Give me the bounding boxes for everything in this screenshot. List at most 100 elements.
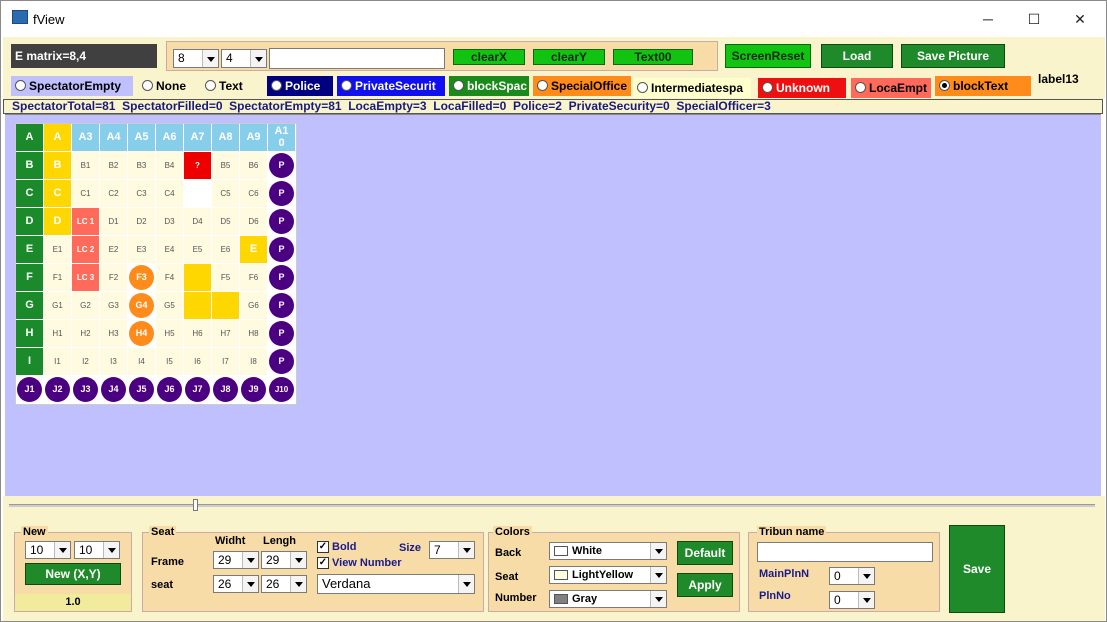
- y-select[interactable]: 4: [221, 49, 267, 68]
- default-button[interactable]: Default: [677, 541, 733, 565]
- seat-cell[interactable]: P: [268, 208, 295, 235]
- text-input[interactable]: [269, 48, 445, 69]
- clearx-button[interactable]: clearX: [453, 49, 525, 65]
- save-picture-button[interactable]: Save Picture: [901, 44, 1005, 68]
- seat-cell[interactable]: I6: [184, 348, 211, 375]
- seat-cell[interactable]: P: [268, 264, 295, 291]
- radio-blocktext[interactable]: blockText: [935, 76, 1031, 96]
- seat-cell[interactable]: D2: [128, 208, 155, 235]
- seat-cell[interactable]: D: [16, 208, 43, 235]
- seat-cell[interactable]: B: [16, 152, 43, 179]
- seat-cell[interactable]: G2: [72, 292, 99, 319]
- seat-cell[interactable]: I8: [240, 348, 267, 375]
- seat-cell[interactable]: D: [44, 208, 71, 235]
- seat-cell[interactable]: J8: [212, 376, 239, 403]
- seat-cell[interactable]: C4: [156, 180, 183, 207]
- radio-police[interactable]: Police: [267, 76, 333, 96]
- seat-cell[interactable]: J4: [100, 376, 127, 403]
- seat-cell[interactable]: E4: [156, 236, 183, 263]
- save-button[interactable]: Save: [949, 525, 1005, 613]
- seat-cell[interactable]: F5: [212, 264, 239, 291]
- seat-cell[interactable]: J1: [16, 376, 43, 403]
- seat-cell[interactable]: P: [268, 180, 295, 207]
- seat-cell[interactable]: D3: [156, 208, 183, 235]
- seat-cell[interactable]: H8: [240, 320, 267, 347]
- seat-cell[interactable]: I7: [212, 348, 239, 375]
- seat-cell[interactable]: B3: [128, 152, 155, 179]
- seat-cell[interactable]: I1: [44, 348, 71, 375]
- font-size-select[interactable]: 7: [429, 541, 475, 559]
- seat-length-select[interactable]: 26: [261, 575, 307, 593]
- seat-cell[interactable]: I4: [128, 348, 155, 375]
- x-select[interactable]: 8: [173, 49, 219, 68]
- seat-cell[interactable]: G6: [240, 292, 267, 319]
- seat-cell[interactable]: D4: [184, 208, 211, 235]
- seat-cell[interactable]: A10: [268, 124, 295, 151]
- seat-cell[interactable]: H6: [184, 320, 211, 347]
- radio-unknown[interactable]: Unknown: [758, 78, 846, 98]
- view-number-checkbox[interactable]: ✓ View Number: [317, 557, 402, 569]
- back-color-select[interactable]: White: [549, 542, 667, 560]
- text00-button[interactable]: Text00: [613, 49, 693, 65]
- radio-specialoffice[interactable]: SpecialOffice: [533, 76, 631, 96]
- seat-cell[interactable]: H3: [100, 320, 127, 347]
- screen-reset-button[interactable]: ScreenReset: [725, 44, 811, 68]
- seat-cell[interactable]: H7: [212, 320, 239, 347]
- seat-cell[interactable]: I3: [100, 348, 127, 375]
- radio-text[interactable]: Text: [201, 76, 261, 96]
- seat-cell[interactable]: F3: [128, 264, 155, 291]
- seat-cell[interactable]: P: [268, 320, 295, 347]
- seat-cell[interactable]: A8: [212, 124, 239, 151]
- seat-cell[interactable]: H1: [44, 320, 71, 347]
- seat-cell[interactable]: [212, 292, 239, 319]
- seat-cell[interactable]: A: [16, 124, 43, 151]
- seat-cell[interactable]: E5: [184, 236, 211, 263]
- seat-cell[interactable]: LC 3: [72, 264, 99, 291]
- seat-cell[interactable]: D5: [212, 208, 239, 235]
- seat-cell[interactable]: I2: [72, 348, 99, 375]
- seat-cell[interactable]: G: [16, 292, 43, 319]
- seat-cell[interactable]: C: [44, 180, 71, 207]
- seat-cell[interactable]: D6: [240, 208, 267, 235]
- seat-cell[interactable]: H: [16, 320, 43, 347]
- seat-cell[interactable]: [184, 292, 211, 319]
- bold-checkbox[interactable]: ✓ Bold: [317, 541, 356, 553]
- frame-length-select[interactable]: 29: [261, 551, 307, 569]
- seat-cell[interactable]: C3: [128, 180, 155, 207]
- slider-track[interactable]: [9, 504, 1095, 507]
- seat-cell[interactable]: J6: [156, 376, 183, 403]
- seat-cell[interactable]: C2: [100, 180, 127, 207]
- seat-cell[interactable]: A4: [100, 124, 127, 151]
- seat-cell[interactable]: J5: [128, 376, 155, 403]
- seat-cell[interactable]: F4: [156, 264, 183, 291]
- seat-cell[interactable]: P: [268, 152, 295, 179]
- seat-cell[interactable]: B5: [212, 152, 239, 179]
- seat-cell[interactable]: F1: [44, 264, 71, 291]
- seat-cell[interactable]: C6: [240, 180, 267, 207]
- seat-cell[interactable]: C1: [72, 180, 99, 207]
- seat-cell[interactable]: E: [16, 236, 43, 263]
- seat-cell[interactable]: D1: [100, 208, 127, 235]
- seat-cell[interactable]: C5: [212, 180, 239, 207]
- main-pln-select[interactable]: 0: [829, 567, 875, 585]
- tribun-name-input[interactable]: [757, 542, 933, 562]
- seat-cell[interactable]: E1: [44, 236, 71, 263]
- cleary-button[interactable]: clearY: [533, 49, 605, 65]
- seat-cell[interactable]: G5: [156, 292, 183, 319]
- seat-cell[interactable]: E2: [100, 236, 127, 263]
- radio-locaempt[interactable]: LocaEmpt: [851, 78, 931, 98]
- load-button[interactable]: Load: [821, 44, 893, 68]
- seat-cell[interactable]: E: [240, 236, 267, 263]
- seat-cell[interactable]: F: [16, 264, 43, 291]
- radio-privatesecurit[interactable]: PrivateSecurit: [337, 76, 445, 96]
- seat-cell[interactable]: A7: [184, 124, 211, 151]
- seat-cell[interactable]: A9: [240, 124, 267, 151]
- seat-cell[interactable]: A: [44, 124, 71, 151]
- seat-cell[interactable]: J3: [72, 376, 99, 403]
- seat-cell[interactable]: B6: [240, 152, 267, 179]
- maximize-button[interactable]: ☐: [1011, 5, 1057, 33]
- seat-cell[interactable]: I5: [156, 348, 183, 375]
- seat-cell[interactable]: F6: [240, 264, 267, 291]
- number-color-select[interactable]: Gray: [549, 590, 667, 608]
- seat-cell[interactable]: J7: [184, 376, 211, 403]
